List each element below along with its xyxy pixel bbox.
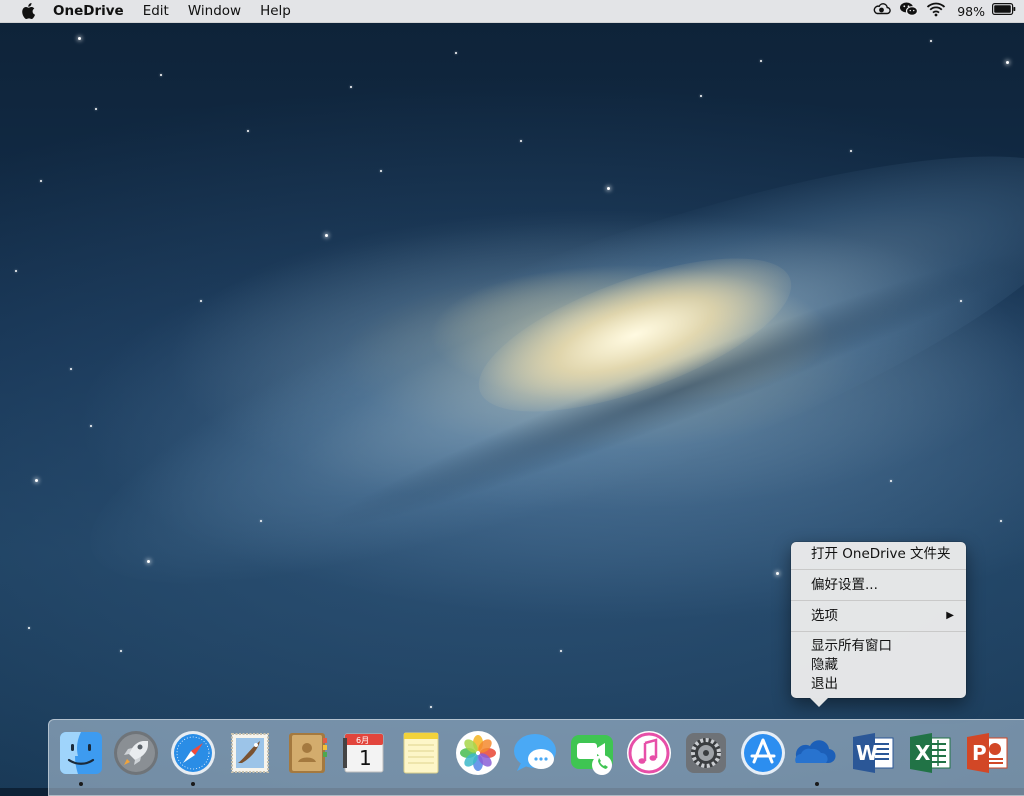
dock-item-launchpad[interactable] bbox=[112, 729, 160, 777]
running-indicator bbox=[191, 782, 195, 786]
onedrive-dock-context-menu: 打开 OneDrive 文件夹 偏好设置... 选项 ▶ 显示所有窗口 隐藏 退… bbox=[791, 542, 966, 707]
dock-item-onedrive[interactable] bbox=[792, 729, 840, 777]
dock-item-facetime[interactable] bbox=[568, 729, 616, 777]
menu-pointer-tail bbox=[810, 698, 828, 707]
star bbox=[70, 368, 72, 370]
star bbox=[700, 95, 702, 97]
dock-item-safari[interactable] bbox=[169, 729, 217, 777]
word-letter: W bbox=[856, 741, 879, 765]
facetime-camera-icon bbox=[571, 735, 613, 775]
star bbox=[560, 650, 562, 652]
star bbox=[520, 140, 522, 142]
calendar-day-label: 1 bbox=[359, 746, 372, 770]
star bbox=[147, 560, 150, 563]
star bbox=[455, 52, 457, 54]
star bbox=[350, 86, 352, 88]
menu-item-show-all-windows[interactable]: 显示所有窗口 bbox=[811, 636, 956, 656]
star bbox=[200, 300, 202, 302]
wechat-icon[interactable] bbox=[899, 1, 919, 21]
menu-help[interactable]: Help bbox=[260, 3, 291, 19]
excel-letter: X bbox=[915, 741, 931, 765]
powerpoint-letter: P bbox=[972, 741, 987, 765]
star bbox=[78, 37, 81, 40]
submenu-arrow-icon: ▶ bbox=[946, 610, 954, 621]
running-indicator bbox=[79, 782, 83, 786]
powerpoint-icon bbox=[967, 733, 1008, 773]
dock-item-photos[interactable] bbox=[454, 729, 502, 777]
app-store-icon bbox=[741, 731, 785, 775]
star bbox=[260, 520, 262, 522]
star bbox=[325, 234, 328, 237]
mail-stamp-icon bbox=[231, 733, 269, 773]
dock-item-word[interactable]: W bbox=[849, 729, 897, 777]
star bbox=[28, 627, 30, 629]
star bbox=[160, 74, 162, 76]
menu-item-quit[interactable]: 退出 bbox=[811, 674, 956, 694]
star bbox=[95, 108, 97, 110]
messages-bubble-icon bbox=[514, 734, 556, 771]
running-indicator bbox=[815, 782, 819, 786]
battery-icon[interactable] bbox=[992, 3, 1016, 19]
star bbox=[247, 130, 249, 132]
menu-edit[interactable]: Edit bbox=[143, 3, 169, 19]
notes-icon bbox=[403, 732, 439, 774]
menu-bar: OneDrive Edit Window Help 98% bbox=[0, 0, 1024, 23]
star bbox=[890, 480, 892, 482]
star bbox=[15, 270, 17, 272]
battery-percentage[interactable]: 98% bbox=[957, 4, 985, 19]
menu-app-name[interactable]: OneDrive bbox=[53, 3, 124, 19]
star bbox=[40, 180, 42, 182]
menu-item-options-label: 选项 bbox=[811, 608, 838, 624]
onedrive-sync-icon[interactable] bbox=[872, 1, 892, 21]
menu-item-preferences[interactable]: 偏好设置... bbox=[811, 575, 956, 595]
dock-item-finder[interactable] bbox=[57, 729, 105, 777]
dock-item-itunes[interactable] bbox=[625, 729, 673, 777]
menu-window[interactable]: Window bbox=[188, 3, 241, 19]
menu-item-open-onedrive-folder[interactable]: 打开 OneDrive 文件夹 bbox=[811, 544, 956, 564]
system-preferences-gear-icon bbox=[686, 733, 726, 773]
star bbox=[1000, 520, 1002, 522]
menu-separator bbox=[791, 631, 966, 632]
star bbox=[930, 40, 932, 42]
star bbox=[850, 150, 852, 152]
calendar-month-label: 6月 bbox=[356, 736, 370, 745]
star bbox=[120, 650, 122, 652]
dock-item-messages[interactable] bbox=[511, 729, 559, 777]
dock-item-app-store[interactable] bbox=[739, 729, 787, 777]
dock: 6月 1 W X P bbox=[48, 719, 1024, 796]
star bbox=[35, 479, 38, 482]
menu-bar-status-area: 98% bbox=[872, 0, 1016, 22]
onedrive-cloud-icon bbox=[795, 740, 836, 764]
finder-icon bbox=[60, 732, 102, 774]
dock-item-calendar[interactable]: 6月 1 bbox=[340, 729, 388, 777]
contacts-book-icon bbox=[289, 733, 327, 773]
launchpad-rocket-icon bbox=[114, 731, 158, 775]
apple-logo-icon[interactable] bbox=[19, 2, 37, 20]
star bbox=[90, 425, 92, 427]
dock-item-contacts[interactable] bbox=[283, 729, 331, 777]
menu-item-hide[interactable]: 隐藏 bbox=[811, 655, 956, 675]
menu-item-options[interactable]: 选项 ▶ bbox=[811, 606, 956, 626]
menu-separator bbox=[791, 600, 966, 601]
menu-separator bbox=[791, 569, 966, 570]
star bbox=[607, 187, 610, 190]
dock-item-excel[interactable]: X bbox=[906, 729, 954, 777]
itunes-note-icon bbox=[627, 731, 671, 775]
star bbox=[760, 60, 762, 62]
star bbox=[776, 572, 779, 575]
photos-flower-icon bbox=[456, 731, 500, 775]
wifi-icon[interactable] bbox=[926, 1, 946, 21]
safari-compass-icon bbox=[171, 731, 215, 775]
star bbox=[1006, 61, 1009, 64]
dock-item-system-preferences[interactable] bbox=[682, 729, 730, 777]
dock-item-mail[interactable] bbox=[226, 729, 274, 777]
star bbox=[960, 300, 962, 302]
star bbox=[430, 706, 432, 708]
dock-item-notes[interactable] bbox=[397, 729, 445, 777]
dock-item-powerpoint[interactable]: P bbox=[963, 729, 1011, 777]
star bbox=[380, 170, 382, 172]
